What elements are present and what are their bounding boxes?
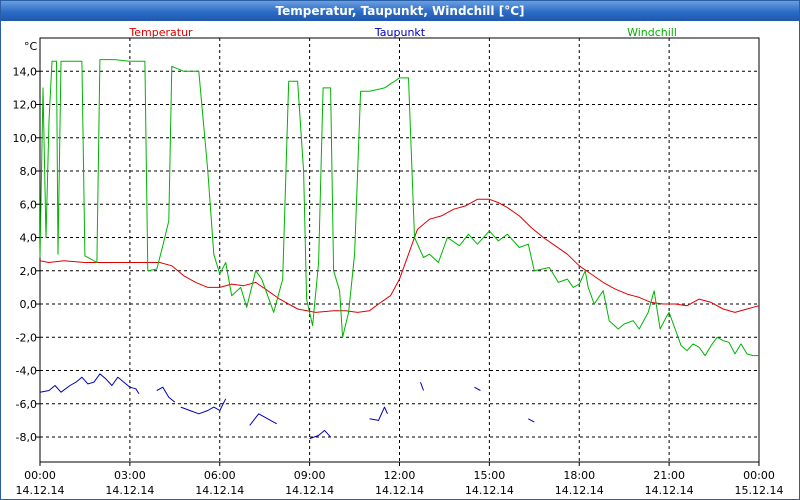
y-tick-label: 0,0 (20, 298, 38, 311)
x-tick-date: 14.12.14 (105, 484, 154, 497)
x-tick-date: 14.12.14 (285, 484, 334, 497)
y-tick-label: -4,0 (16, 365, 37, 378)
x-tick-date: 14.12.14 (16, 484, 65, 497)
chart-svg: 14,0 12,0 10,0 8,0 6,0 4,0 2,0 0,0 -2,0 -4,0 -6,0 -… (13, 26, 784, 497)
x-tick-time: 15:00 (474, 469, 506, 482)
y-tick-label: -8,0 (16, 431, 37, 444)
y-tick-label: 10,0 (13, 132, 38, 145)
x-tick-time: 03:00 (114, 469, 146, 482)
legend-taupunkt: Taupunkt (374, 26, 426, 39)
x-tick-date: 14.12.14 (555, 484, 604, 497)
x-tick-date: 14.12.14 (465, 484, 514, 497)
x-tick-date: 14.12.14 (375, 484, 424, 497)
x-tick-time: 00:00 (24, 469, 56, 482)
x-tick-time: 18:00 (563, 469, 595, 482)
x-tick-date: 14.12.14 (195, 484, 244, 497)
y-tick-label: 2,0 (20, 265, 38, 278)
y-tick-label: 6,0 (20, 198, 38, 211)
x-tick-time: 21:00 (653, 469, 685, 482)
legend-temperatur: Temperatur (128, 26, 193, 39)
y-tick-label: 4,0 (20, 232, 38, 245)
x-tick-time: 06:00 (204, 469, 236, 482)
legend-windchill: Windchill (627, 26, 677, 39)
x-tick-time: 12:00 (384, 469, 416, 482)
x-tick-time: 09:00 (294, 469, 326, 482)
y-tick-label: 8,0 (20, 165, 38, 178)
y-tick-label: 12,0 (13, 99, 38, 112)
x-tick-date: 14.12.14 (645, 484, 694, 497)
y-unit-label: °C (24, 40, 38, 53)
legend: Temperatur Taupunkt Windchill (128, 26, 677, 39)
y-tick-label: 14,0 (13, 65, 38, 78)
x-tick-time: 00:00 (743, 469, 775, 482)
x-tick-date: 15.12.14 (735, 484, 784, 497)
y-tick-label: -2,0 (16, 331, 37, 344)
y-tick-label: -6,0 (16, 398, 37, 411)
